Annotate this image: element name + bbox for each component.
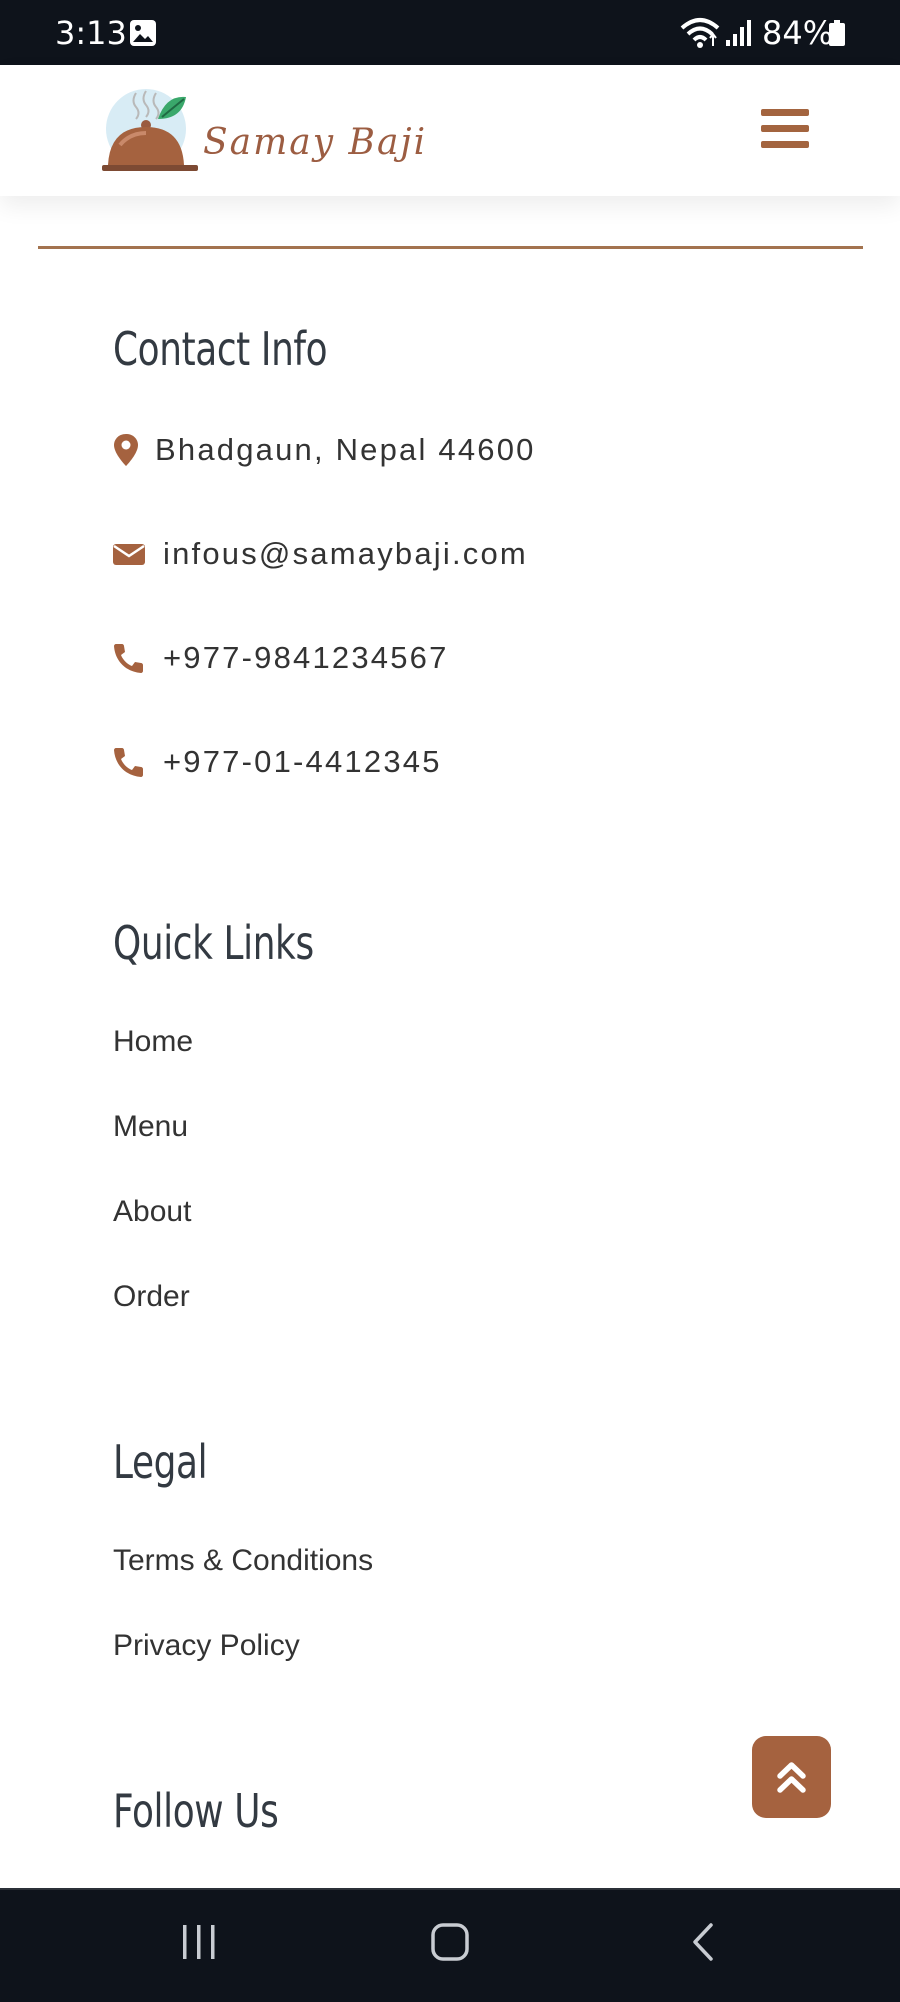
envelope-icon [113, 544, 145, 565]
double-chevron-up-icon [777, 1762, 806, 1793]
contact-address: Bhadgaun, Nepal 44600 [113, 428, 536, 472]
contact-text[interactable]: +977-01-4412345 [163, 744, 442, 780]
link-order[interactable]: Order [113, 1280, 190, 1314]
home-icon[interactable] [430, 1922, 470, 1962]
phone-icon [114, 644, 143, 673]
site-header: Samay Baji [0, 65, 900, 196]
back-icon[interactable] [690, 1922, 716, 1962]
quick-links-title: Quick Links [113, 916, 314, 970]
brand-name[interactable]: Samay Baji [203, 122, 427, 163]
contact-phone-landline[interactable]: +977-01-4412345 [113, 740, 442, 784]
legal-title: Legal [113, 1435, 208, 1489]
system-nav-bar [0, 1888, 900, 2002]
map-marker-icon [114, 434, 138, 466]
link-terms[interactable]: Terms & Conditions [113, 1544, 373, 1578]
scroll-to-top-button[interactable] [752, 1736, 831, 1818]
follow-us-title: Follow Us [113, 1784, 279, 1838]
recent-apps-icon[interactable] [180, 1922, 218, 1962]
link-menu[interactable]: Menu [113, 1110, 188, 1144]
battery-percent: 84% [762, 14, 834, 52]
link-privacy[interactable]: Privacy Policy [113, 1629, 300, 1663]
contact-email[interactable]: infous@samaybaji.com [113, 532, 528, 576]
gallery-icon [130, 20, 156, 46]
wifi-icon [680, 18, 720, 48]
menu-bar [761, 141, 809, 148]
food-cloche-icon[interactable] [100, 85, 200, 177]
contact-info-title: Contact Info [113, 322, 328, 376]
contact-text[interactable]: infous@samaybaji.com [163, 536, 528, 572]
contact-phone-mobile[interactable]: +977-9841234567 [113, 636, 449, 680]
footer-divider [38, 246, 863, 249]
status-time: 3:13 [55, 14, 127, 52]
signal-icon [726, 20, 751, 46]
phone-icon [114, 748, 143, 777]
menu-bar [761, 109, 809, 116]
status-bar: 3:13 84% [0, 0, 900, 65]
contact-text: Bhadgaun, Nepal 44600 [155, 432, 536, 467]
link-home[interactable]: Home [113, 1025, 193, 1059]
contact-text[interactable]: +977-9841234567 [163, 640, 449, 676]
hamburger-menu-icon[interactable] [757, 105, 813, 153]
link-about[interactable]: About [113, 1195, 191, 1229]
battery-icon [829, 20, 845, 46]
menu-bar [761, 125, 809, 132]
